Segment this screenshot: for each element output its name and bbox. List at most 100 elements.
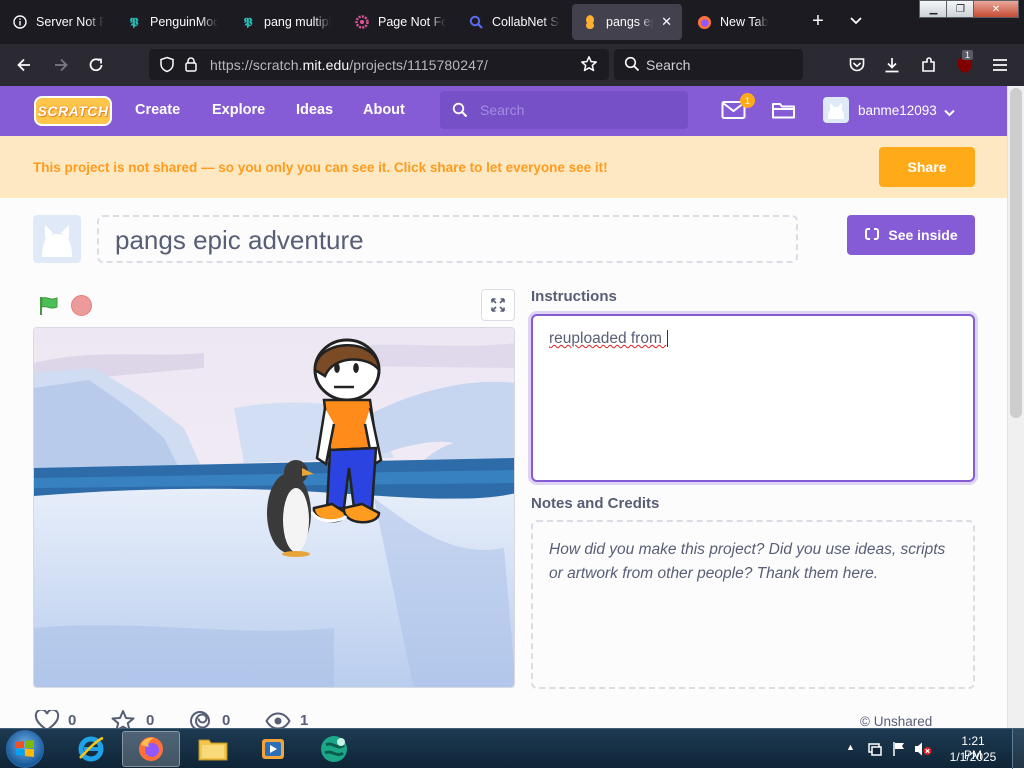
scratch-icon: [582, 14, 598, 30]
url-text: https://scratch.mit.edu/projects/1115780…: [210, 57, 488, 73]
file-explorer-folder-icon[interactable]: [184, 731, 242, 767]
back-arrow-icon[interactable]: [12, 53, 36, 77]
windows-logo-icon: [16, 740, 34, 757]
text-cursor: ​: [667, 330, 669, 347]
search-magnifier-icon: [468, 14, 484, 30]
app-globe-icon[interactable]: [305, 731, 363, 767]
instructions-text: reuploaded from: [549, 330, 667, 347]
url-domain: mit.edu: [302, 57, 350, 73]
windows-taskbar: ▲ 1:21 PM 1/1/2025: [0, 728, 1024, 769]
browser-nav-bar: https://scratch.mit.edu/projects/1115780…: [0, 44, 1024, 86]
tab-new-tab[interactable]: New Tab: [686, 4, 798, 40]
search-icon: [452, 102, 468, 123]
tab-title: PenguinMod: [150, 15, 218, 29]
remix-arrows-icon: [864, 226, 880, 245]
stop-icon[interactable]: [71, 295, 92, 316]
close-window-icon[interactable]: ✕: [973, 0, 1019, 18]
tab-title: New Tab: [720, 15, 769, 29]
nav-create[interactable]: Create: [135, 102, 180, 118]
instructions-label: Instructions: [531, 288, 617, 305]
messages-count-badge: 1: [740, 93, 755, 108]
tab-server-not-found[interactable]: Server Not Fo: [2, 4, 114, 40]
tab-page-not-found[interactable]: Page Not Fou: [344, 4, 456, 40]
reload-icon[interactable]: [84, 53, 108, 77]
tab-pangs-epic-adventure[interactable]: pangs epic ✕: [572, 4, 682, 40]
clock-date[interactable]: 1/1/2025: [946, 750, 1000, 764]
close-tab-icon[interactable]: ✕: [661, 14, 672, 30]
messages-envelope-icon[interactable]: 1: [721, 93, 755, 125]
url-prefix: https://scratch.: [210, 57, 303, 73]
tab-title: CollabNet Se: [492, 15, 560, 29]
bookmark-star-icon[interactable]: [580, 55, 598, 78]
tab-penguinmod[interactable]: 𝕻 PenguinMod: [116, 4, 228, 40]
project-author-avatar[interactable]: [33, 215, 81, 263]
tab-pang-multiplayer[interactable]: 𝕻 pang multipl: [230, 4, 342, 40]
project-title-input[interactable]: pangs epic adventure: [97, 215, 798, 263]
notes-label: Notes and Credits: [531, 495, 660, 512]
nav-about[interactable]: About: [363, 102, 405, 118]
scrollbar-thumb[interactable]: [1010, 88, 1022, 418]
search-placeholder: Search: [480, 102, 525, 118]
show-hidden-icons-icon[interactable]: ▲: [846, 742, 855, 752]
browser-tab-bar: Server Not Fo 𝕻 PenguinMod 𝕻 pang multip…: [0, 0, 1024, 44]
network-flag-icon[interactable]: [892, 741, 906, 762]
media-player-icon[interactable]: [244, 731, 302, 767]
fullscreen-icon[interactable]: [481, 289, 515, 321]
flower-icon: [354, 14, 370, 30]
extensions-puzzle-icon[interactable]: [917, 53, 941, 77]
tab-collabnet[interactable]: CollabNet Se: [458, 4, 570, 40]
volume-muted-icon[interactable]: [914, 741, 932, 762]
downloads-icon[interactable]: [880, 53, 904, 77]
scratch-logo-text: SCRATCH: [37, 103, 109, 119]
search-icon: [624, 56, 640, 75]
shield-icon[interactable]: [159, 56, 175, 78]
new-tab-plus-icon[interactable]: +: [808, 11, 828, 32]
stage-scene: [34, 328, 514, 687]
share-button[interactable]: Share: [879, 147, 975, 187]
firefox-taskbar-icon[interactable]: [122, 731, 180, 767]
tab-title: Page Not Fou: [378, 15, 446, 29]
ublock-extension-icon[interactable]: 1: [953, 50, 977, 77]
show-desktop-button[interactable]: [1012, 729, 1024, 769]
ice-shadow: [34, 625, 334, 687]
restore-window-icon[interactable]: ❐: [946, 0, 975, 18]
scratch-logo[interactable]: SCRATCH: [34, 96, 112, 126]
tab-title: pang multipl: [264, 15, 332, 29]
minimize-window-icon[interactable]: ▁: [919, 0, 948, 18]
chevron-down-icon[interactable]: [943, 105, 956, 123]
my-stuff-folder-icon[interactable]: [771, 100, 796, 125]
penguinmod-icon: 𝕻: [129, 14, 139, 29]
search-placeholder: Search: [646, 57, 691, 73]
action-center-flag-icon[interactable]: [867, 741, 883, 762]
forward-arrow-icon[interactable]: [49, 53, 73, 77]
avatar[interactable]: [823, 97, 849, 123]
start-button[interactable]: [6, 730, 44, 768]
scratch-search-input[interactable]: Search: [440, 91, 688, 129]
banner-message: This project is not shared — so you only…: [33, 160, 608, 175]
see-inside-label: See inside: [888, 227, 958, 243]
username[interactable]: banme12093: [858, 103, 937, 118]
hamburger-menu-icon[interactable]: [988, 53, 1012, 77]
tab-list-chevron-icon[interactable]: [848, 13, 866, 31]
project-page: pangs epic adventure See inside Instruct…: [0, 198, 1007, 732]
remixes-count: 0: [222, 712, 231, 729]
views-count: 1: [300, 712, 309, 729]
project-stage[interactable]: [33, 327, 515, 688]
lock-icon[interactable]: [184, 56, 198, 78]
pocket-icon[interactable]: [845, 53, 869, 77]
address-bar[interactable]: https://scratch.mit.edu/projects/1115780…: [149, 49, 609, 80]
internet-explorer-icon[interactable]: [62, 731, 120, 767]
see-inside-button[interactable]: See inside: [847, 215, 975, 255]
nav-ideas[interactable]: Ideas: [296, 102, 333, 118]
tab-title: pangs epic: [606, 15, 653, 29]
instructions-textarea[interactable]: reuploaded from ​: [531, 314, 975, 482]
tab-title: Server Not Fo: [36, 15, 104, 29]
nav-explore[interactable]: Explore: [212, 102, 265, 118]
browser-search-bar[interactable]: Search: [614, 49, 803, 80]
firefox-icon: [696, 14, 712, 30]
green-flag-icon[interactable]: [38, 295, 60, 322]
penguinmod-icon: 𝕻: [243, 14, 253, 29]
favorites-count: 0: [146, 712, 155, 729]
notes-textarea[interactable]: How did you make this project? Did you u…: [531, 520, 975, 689]
page-scrollbar[interactable]: [1007, 86, 1024, 728]
